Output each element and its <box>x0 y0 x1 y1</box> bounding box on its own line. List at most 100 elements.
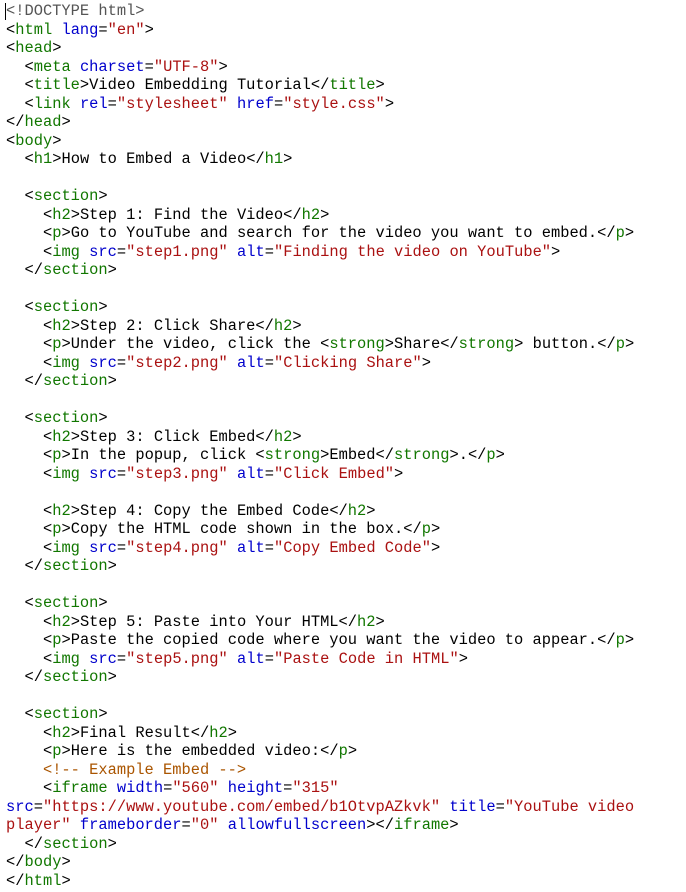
code-token-punct: > <box>449 816 459 834</box>
code-token-attr: width <box>116 779 164 797</box>
code-token-tag: h2 <box>52 316 71 335</box>
code-token-tag: h2 <box>273 316 293 335</box>
code-token-punct: > <box>70 723 80 742</box>
code-token-text: Share <box>394 335 441 353</box>
code-line: </section> <box>0 668 686 687</box>
code-token-punct: > <box>624 224 635 242</box>
code-line: <body> <box>0 132 686 151</box>
code-token-punct: > <box>107 834 117 853</box>
code-token-punct: > <box>283 150 293 168</box>
code-token-str: "Clicking Share" <box>273 353 422 372</box>
code-token-punct: < <box>42 224 53 242</box>
code-token-tag: section <box>33 187 99 205</box>
code-token-punct: > <box>430 520 441 538</box>
code-token-punct: < <box>42 446 53 464</box>
code-token-punct: < <box>6 131 16 150</box>
text-caret <box>5 3 6 20</box>
code-token-tag: html <box>15 20 53 39</box>
code-token-punct: > <box>375 76 385 94</box>
code-token-punct: > <box>61 631 71 649</box>
code-token-tag: img <box>52 538 80 557</box>
code-token-tag: strong <box>458 335 515 353</box>
code-token-tag: section <box>42 557 108 575</box>
code-token-punct: > <box>98 409 108 427</box>
code-token-tag: strong <box>329 335 385 353</box>
code-token-punct: < <box>24 76 34 94</box>
code-token-attr: height <box>227 779 284 797</box>
code-token-punct: > <box>70 205 80 224</box>
code-token-tag: title <box>33 76 80 94</box>
code-token-punct: < <box>6 20 16 39</box>
code-line: <h2>Final Result</h2> <box>0 724 686 743</box>
code-token-punct: > <box>61 520 71 538</box>
code-token-attr: lang <box>61 20 99 39</box>
code-line: <title>Video Embedding Tutorial</title> <box>0 76 686 95</box>
code-token-tag: link <box>33 94 71 113</box>
code-token-str: "step5.png" <box>126 649 228 668</box>
code-token-text: Here is the embedded video: <box>70 742 321 760</box>
code-token-punct: > <box>347 742 358 760</box>
code-token-punct: > <box>384 335 394 353</box>
code-token-punct: = <box>116 538 127 557</box>
code-editor[interactable]: <!DOCTYPE html> <html lang="en"> <head> <m… <box>0 0 686 892</box>
code-token-punct: > <box>624 631 635 649</box>
code-line: <h2>Step 4: Copy the Embed Code</h2> <box>0 502 686 521</box>
code-token-punct: < <box>42 631 53 649</box>
code-token-punct: > <box>449 446 459 464</box>
code-token-punct: > <box>320 446 330 464</box>
code-token-punct: </ <box>375 446 395 464</box>
code-token-str: "YouTube video <box>504 797 635 816</box>
code-line: <meta charset="UTF-8"> <box>0 58 686 77</box>
code-token-punct: </ <box>6 853 25 871</box>
code-token-punct: > <box>98 594 108 612</box>
code-token-punct: = <box>264 649 274 668</box>
code-token-text: Step 5: Paste into Your HTML <box>79 612 339 631</box>
code-token-tag: img <box>52 242 80 261</box>
code-line: <img src="step3.png" alt="Click Embed"> <box>0 465 686 484</box>
code-token-text: Final Result <box>79 723 191 742</box>
code-token-punct: = <box>116 353 127 372</box>
code-token-punct: < <box>42 723 53 742</box>
code-token-punct: </ <box>440 335 459 353</box>
code-line: <!-- Example Embed --> <box>0 761 686 780</box>
code-token-text: . <box>458 446 468 464</box>
code-token-tag: iframe <box>52 779 108 797</box>
code-token-punct: > <box>70 316 80 335</box>
code-line: <section> <box>0 187 686 206</box>
code-token-tag: img <box>52 464 80 483</box>
code-line: <link rel="stylesheet" href="style.css"> <box>0 95 686 114</box>
code-token-punct: > <box>61 871 71 890</box>
code-token-comment: <!-- Example Embed --> <box>42 760 247 779</box>
code-token-punct: < <box>24 705 34 723</box>
code-line: <head> <box>0 39 686 58</box>
code-token-tag: h1 <box>33 150 53 168</box>
code-line: <p>Copy the HTML code shown in the box.<… <box>0 520 686 539</box>
code-token-tag: p <box>486 446 496 464</box>
code-token-str: "https://www.youtube.com/embed/b1OtvpAZk… <box>42 797 441 816</box>
code-token-punct: > <box>70 612 80 631</box>
code-token-text: button. <box>523 335 598 353</box>
code-token-str: player" <box>6 816 71 834</box>
code-token-punct: = <box>33 797 43 816</box>
code-token-text: Paste the copied code where you want the… <box>70 631 598 649</box>
code-token-str: "315" <box>292 779 339 797</box>
code-token-text: Step 1: Find the Video <box>79 205 284 224</box>
code-token-punct: < <box>42 205 53 224</box>
code-token-punct: > <box>375 612 385 631</box>
code-token-tag: p <box>615 631 625 649</box>
